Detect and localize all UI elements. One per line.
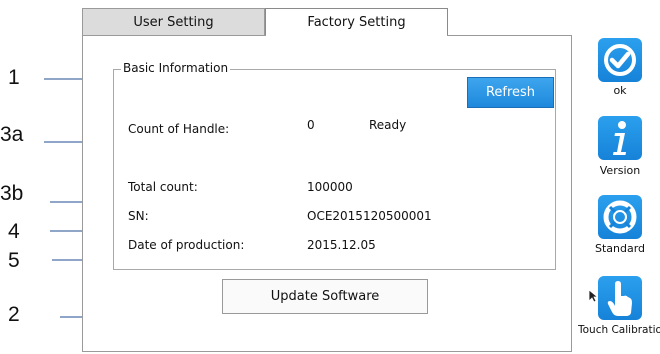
touch-hand-icon: [598, 276, 642, 320]
ok-button[interactable]: ok: [580, 38, 660, 98]
active-tab-joiner: [266, 34, 447, 36]
basic-information-title: Basic Information: [121, 61, 231, 75]
handle-status: Ready: [369, 118, 407, 132]
date-of-production-value: 2015.12.05: [307, 238, 376, 252]
touch-calibration-button[interactable]: Touch Calibration: [578, 276, 660, 338]
count-of-handle-value: 0: [307, 118, 315, 132]
version-button[interactable]: Version: [580, 116, 660, 178]
callout-4: 4: [8, 220, 20, 243]
lifebuoy-icon: [598, 195, 642, 239]
ok-label: ok: [613, 84, 627, 97]
checkmark-icon: [598, 38, 642, 82]
callout-3a: 3a: [0, 123, 24, 146]
mouse-cursor-icon: [588, 288, 599, 303]
count-of-handle-label: Count of Handle:: [128, 122, 230, 136]
standard-button[interactable]: Standard: [580, 195, 660, 257]
refresh-button[interactable]: Refresh: [467, 77, 554, 108]
date-of-production-label: Date of production:: [128, 238, 245, 252]
total-count-value: 100000: [307, 180, 353, 194]
info-icon: [598, 116, 642, 160]
callout-3b: 3b: [0, 182, 24, 205]
callout-5: 5: [8, 249, 20, 272]
tab-user-setting[interactable]: User Setting: [82, 8, 265, 36]
tab-factory-setting[interactable]: Factory Setting: [265, 8, 448, 37]
callout-1: 1: [8, 66, 20, 89]
sn-label: SN:: [128, 209, 149, 223]
total-count-label: Total count:: [128, 180, 198, 194]
callout-2: 2: [8, 303, 20, 326]
update-software-button[interactable]: Update Software: [222, 279, 428, 314]
standard-label: Standard: [594, 242, 646, 255]
sn-value: OCE2015120500001: [307, 209, 432, 223]
touch-calibration-label: Touch Calibration: [578, 324, 660, 336]
version-label: Version: [599, 164, 641, 177]
